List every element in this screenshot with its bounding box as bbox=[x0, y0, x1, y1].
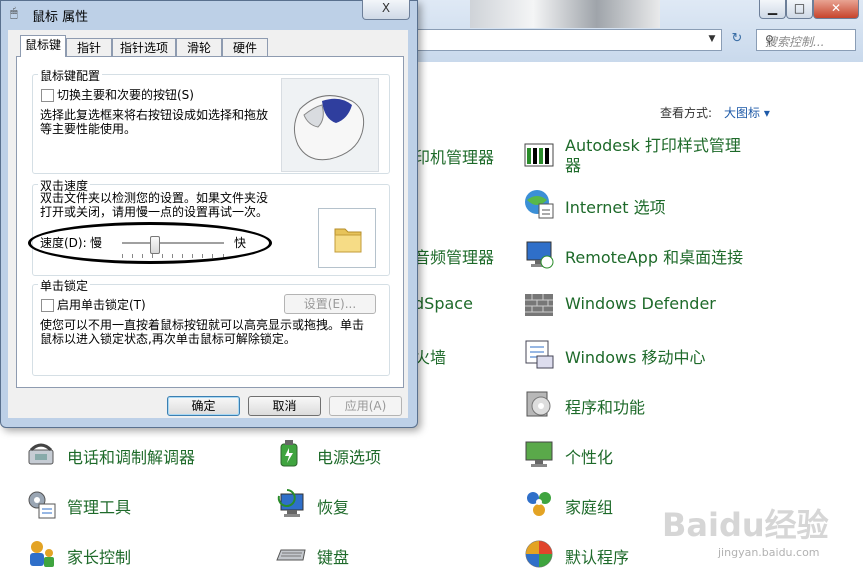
phone-modem-icon bbox=[28, 443, 54, 465]
cp-item-label: 恢复 bbox=[317, 498, 350, 517]
cp-item-label: 家庭组 bbox=[565, 498, 614, 517]
click-lock-description: 使您可以不用一直按着鼠标按钮就可以高亮显示或拖拽。单击鼠标以进入锁定状态,再次单… bbox=[40, 318, 365, 346]
checkbox-label: 切换主要和次要的按钮(S) bbox=[57, 88, 194, 102]
homegroup-icon bbox=[527, 492, 551, 516]
watermark-url: jingyan.baidu.com bbox=[718, 546, 820, 559]
view-by-dropdown[interactable]: 大图标 ▾ bbox=[724, 104, 770, 121]
parental-controls-icon bbox=[30, 541, 54, 567]
default-programs-icon bbox=[525, 540, 553, 568]
dialog-close-button[interactable]: X bbox=[362, 0, 410, 20]
refresh-icon[interactable]: ↻ bbox=[726, 29, 748, 49]
admin-tools-icon bbox=[28, 491, 56, 519]
cp-item-label: 键盘 bbox=[317, 548, 350, 567]
switch-buttons-checkbox[interactable] bbox=[41, 89, 54, 102]
cp-item-label: 默认程序 bbox=[565, 548, 630, 567]
button-config-description: 选择此复选框来将右按钮设成如选择和拖放等主要性能使用。 bbox=[40, 108, 269, 136]
internet-options-icon bbox=[525, 190, 554, 219]
cp-item-label: 印机管理器 bbox=[414, 148, 495, 167]
cp-item-label: 个性化 bbox=[565, 448, 614, 467]
apply-button[interactable]: 应用(A) bbox=[329, 396, 402, 416]
group-label: 单击锁定 bbox=[38, 277, 91, 294]
minimize-button[interactable]: ▁ bbox=[759, 0, 786, 19]
maximize-button[interactable]: □ bbox=[786, 0, 813, 19]
search-icon: ⚲ bbox=[765, 33, 774, 47]
cp-item-label: 家长控制 bbox=[67, 548, 132, 567]
tab-pointer-options[interactable]: 指针选项 bbox=[112, 38, 176, 57]
click-lock-checkbox[interactable] bbox=[41, 299, 54, 312]
dialog-title: 鼠标 属性 bbox=[32, 10, 89, 25]
search-input[interactable]: 搜索控制... ⚲ bbox=[756, 29, 856, 51]
cp-item-label: 火墙 bbox=[414, 348, 447, 367]
click-lock-settings-button[interactable]: 设置(E)... bbox=[284, 294, 376, 314]
cp-item-label: Windows 移动中心 bbox=[565, 348, 706, 367]
mobility-center-icon bbox=[525, 340, 554, 369]
power-options-icon bbox=[280, 440, 298, 467]
cp-item-label: RemoteApp 和桌面连接 bbox=[565, 248, 744, 267]
tab-buttons[interactable]: 鼠标键 bbox=[20, 35, 66, 57]
remoteapp-icon bbox=[526, 241, 554, 269]
cp-item-label: 电话和调制解调器 bbox=[67, 448, 196, 467]
cp-item-label: Autodesk 打印样式管理器 bbox=[565, 136, 741, 175]
address-dropdown-icon[interactable]: ▼ bbox=[705, 30, 719, 48]
cp-item-label: Windows Defender bbox=[565, 294, 716, 313]
test-folder[interactable] bbox=[318, 208, 376, 268]
personalization-icon bbox=[525, 441, 553, 467]
highlight-ellipse-annotation bbox=[28, 222, 272, 264]
watermark-logo: Baidu经验 bbox=[662, 506, 829, 544]
cp-item-label: 音频管理器 bbox=[414, 248, 495, 267]
view-by-label: 查看方式: bbox=[660, 106, 713, 120]
cp-item-label: Internet 选项 bbox=[565, 198, 666, 217]
checkbox-label: 启用单击锁定(T) bbox=[57, 298, 146, 312]
cancel-button[interactable]: 取消 bbox=[248, 396, 321, 416]
cp-item-label: 电源选项 bbox=[317, 448, 382, 467]
window-close-button[interactable]: ✕ bbox=[813, 0, 859, 19]
cp-item-label: 程序和功能 bbox=[565, 398, 646, 417]
group-label: 鼠标键配置 bbox=[38, 67, 103, 84]
address-bar[interactable] bbox=[400, 29, 722, 51]
tab-hardware[interactable]: 硬件 bbox=[222, 38, 268, 57]
mouse-illustration bbox=[281, 78, 379, 172]
double-click-description: 双击文件夹以检测您的设置。如果文件夹没打开或关闭，请用慢一点的设置再试一次。 bbox=[40, 191, 269, 219]
programs-features-icon bbox=[526, 391, 551, 417]
desktop-background-strip bbox=[470, 0, 660, 28]
tab-wheel[interactable]: 滑轮 bbox=[176, 38, 222, 57]
keyboard-icon bbox=[276, 549, 306, 561]
mouse-icon: 🖱 bbox=[10, 6, 18, 21]
ok-button[interactable]: 确定 bbox=[167, 396, 240, 416]
tab-pointers[interactable]: 指针 bbox=[66, 38, 112, 57]
folder-icon bbox=[334, 228, 362, 253]
windows-defender-icon bbox=[525, 294, 553, 316]
autodesk-plot-style-icon bbox=[524, 143, 554, 167]
cp-item-label: 管理工具 bbox=[67, 498, 132, 517]
cp-item-label: dSpace bbox=[414, 294, 473, 313]
recovery-icon bbox=[277, 489, 304, 517]
